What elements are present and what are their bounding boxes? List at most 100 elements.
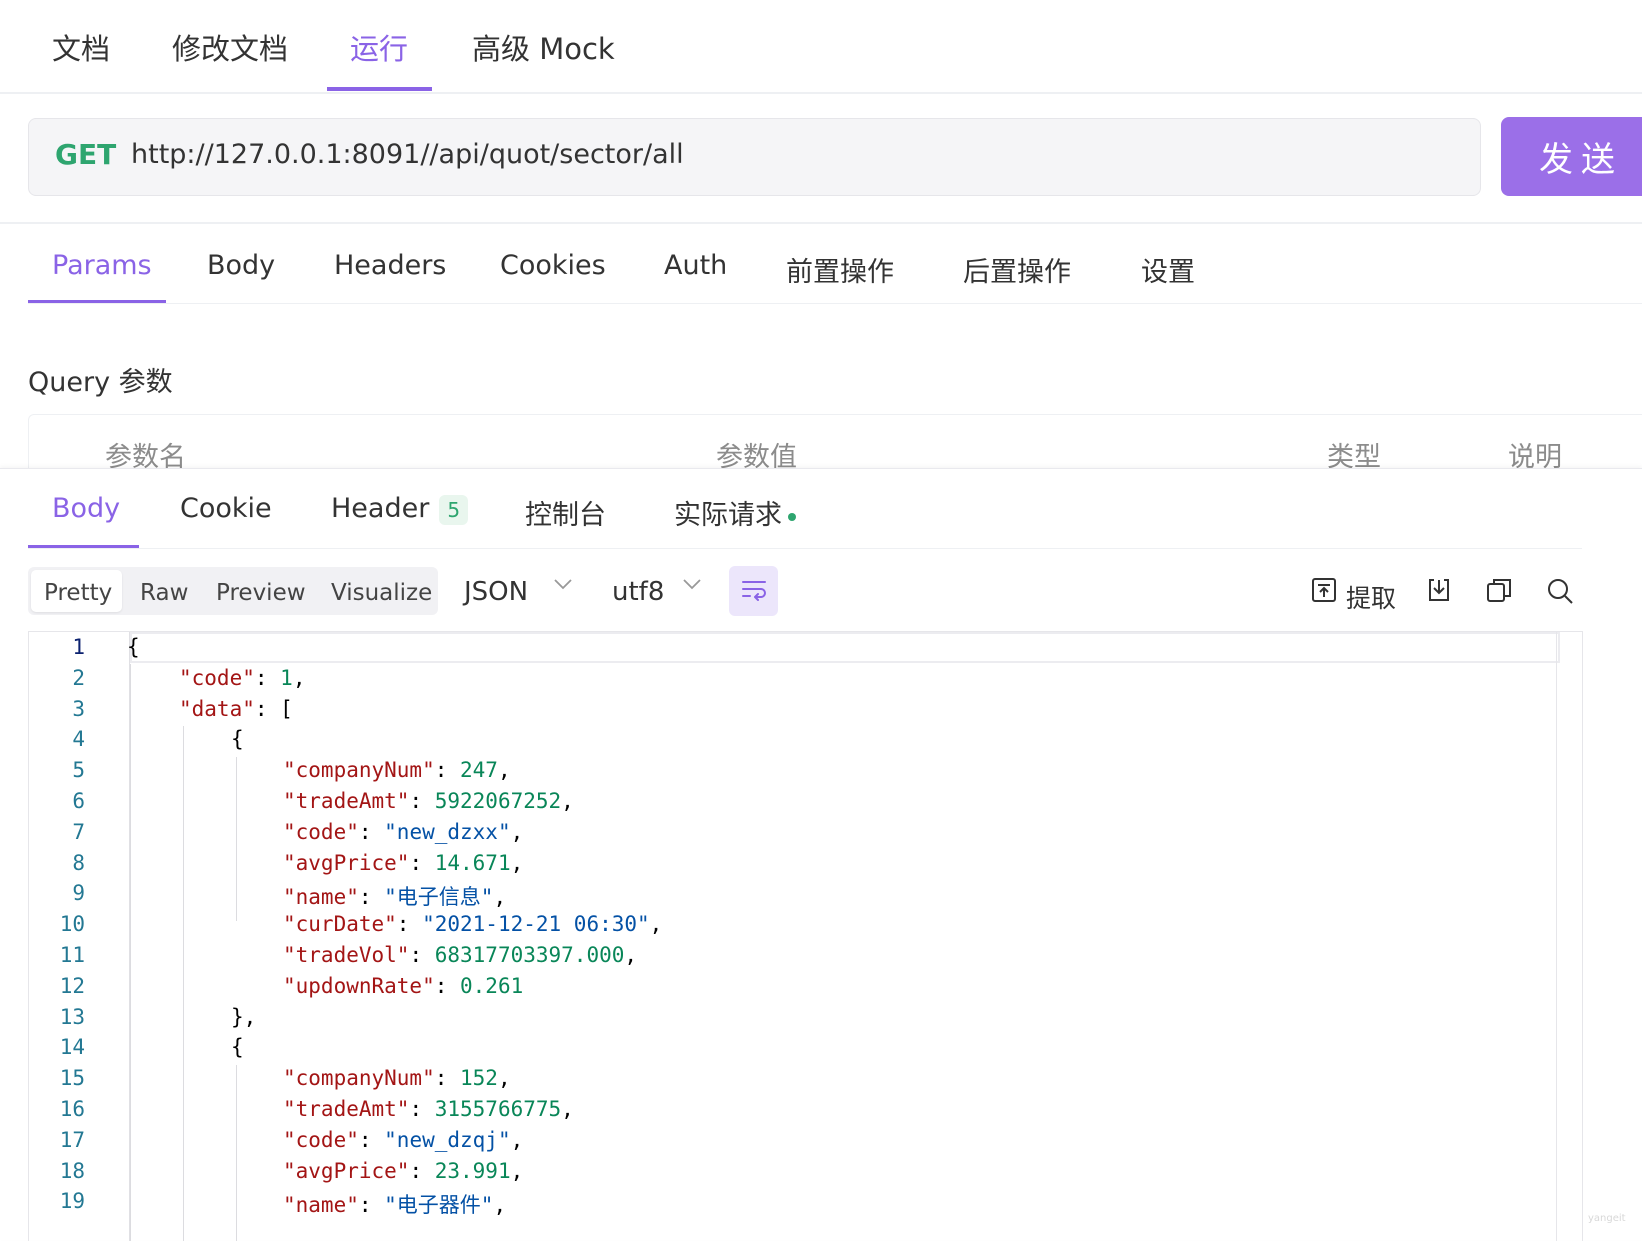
json-key: "code" <box>179 665 255 690</box>
json-key: "updownRate" <box>283 973 435 998</box>
json-punctuation: , <box>510 1158 524 1183</box>
json-key: "tradeAmt" <box>283 1097 410 1121</box>
code-line: { <box>127 635 140 659</box>
json-punctuation: : <box>409 850 435 875</box>
code-line: "curDate": "2021-12-21 06:30", <box>283 912 662 936</box>
divider <box>28 548 1582 549</box>
code-line: "companyNum": 247, <box>283 758 511 782</box>
indent-guide <box>183 726 184 1241</box>
json-punctuation: : <box>396 912 423 937</box>
json-punctuation: : <box>434 1066 461 1091</box>
tab-headers[interactable]: Headers <box>334 250 446 281</box>
json-punctuation: { <box>127 635 140 659</box>
code-line: "name": "电子器件", <box>283 1189 506 1219</box>
line-number: 15 <box>59 1066 85 1091</box>
json-punctuation: : <box>409 943 435 967</box>
tab-actual-request-label: 实际请求 <box>674 500 782 531</box>
json-number: 5922067252 <box>434 789 562 813</box>
code-line: "data": [ <box>179 697 293 721</box>
line-number: 3 <box>72 696 85 721</box>
tab-response-cookie[interactable]: Cookie <box>180 493 272 524</box>
json-punctuation: , <box>561 1097 574 1121</box>
json-key: "code" <box>283 819 359 844</box>
code-line: "code": 1, <box>179 666 305 690</box>
view-mode-raw[interactable]: Raw <box>140 580 188 606</box>
tab-settings[interactable]: 设置 <box>1141 250 1195 289</box>
json-key: "code" <box>283 1127 359 1152</box>
tab-response-body[interactable]: Body <box>52 493 120 524</box>
url-bar[interactable]: GET http://127.0.0.1:8091//api/quot/sect… <box>28 118 1481 196</box>
code-line: }, <box>231 1005 256 1029</box>
copy-icon[interactable] <box>1486 577 1512 607</box>
http-method-select[interactable]: GET <box>55 138 116 171</box>
json-punctuation: : <box>358 819 385 844</box>
json-punctuation: : [ <box>254 696 293 721</box>
scrollbar[interactable] <box>1556 632 1557 1241</box>
tab-response-header-label: Header <box>331 493 430 524</box>
tab-docs[interactable]: 文档 <box>52 26 110 68</box>
json-punctuation: , <box>561 789 574 813</box>
line-number: 17 <box>59 1127 85 1152</box>
json-punctuation: : <box>358 1193 385 1218</box>
code-line: "code": "new_dzqj", <box>283 1128 523 1152</box>
url-input[interactable]: http://127.0.0.1:8091//api/quot/sector/a… <box>131 139 684 170</box>
json-punctuation: : <box>434 758 461 783</box>
view-mode-pretty[interactable]: Pretty <box>44 580 112 606</box>
json-punctuation: , <box>649 912 663 937</box>
chevron-down-icon <box>681 573 703 600</box>
send-button[interactable]: 发送 <box>1501 117 1642 196</box>
tab-post-actions[interactable]: 后置操作 <box>963 250 1071 289</box>
active-tab-indicator <box>327 87 432 91</box>
json-key: "data" <box>179 696 255 721</box>
wrap-lines-icon <box>741 577 767 605</box>
json-string: "new_dzxx" <box>384 819 511 844</box>
tab-body[interactable]: Body <box>207 250 275 281</box>
chevron-down-icon <box>552 573 574 600</box>
tab-run[interactable]: 运行 <box>350 26 408 68</box>
line-number: 8 <box>72 850 85 875</box>
json-code-viewer[interactable]: 1{2 "code": 1, 3 "data": [4{5 "companyNum": … <box>28 631 1583 1241</box>
json-key: "companyNum" <box>283 758 435 783</box>
json-key: "companyNum" <box>283 1066 435 1091</box>
json-string: "电子器件" <box>384 1193 494 1218</box>
json-punctuation: : <box>409 1158 435 1183</box>
extract-button[interactable]: 提取 <box>1346 579 1396 615</box>
json-punctuation: , <box>497 758 511 783</box>
tab-response-header[interactable]: Header 5 <box>331 493 469 525</box>
wrap-lines-button[interactable] <box>729 566 778 616</box>
tab-auth[interactable]: Auth <box>664 250 727 281</box>
json-punctuation: : <box>409 1097 435 1121</box>
code-line: { <box>231 727 244 751</box>
json-key: "tradeAmt" <box>283 789 410 813</box>
encoding-select[interactable]: utf8 <box>612 577 664 607</box>
line-number: 12 <box>59 973 85 998</box>
response-panel: Body Cookie Header 5 控制台 实际请求 Pretty Raw … <box>0 468 1642 1241</box>
json-key: "avgPrice" <box>283 850 410 875</box>
tab-actual-request[interactable]: 实际请求 <box>674 493 796 532</box>
code-line: "companyNum": 152, <box>283 1066 511 1090</box>
divider <box>0 222 1642 224</box>
code-line: "updownRate": 0.261 <box>283 974 523 998</box>
tab-params[interactable]: Params <box>52 250 152 281</box>
json-number: 14.671 <box>434 850 511 875</box>
tab-cookies[interactable]: Cookies <box>500 250 606 281</box>
code-line: "avgPrice": 23.991, <box>283 1159 523 1183</box>
tab-console[interactable]: 控制台 <box>525 493 606 532</box>
tab-pre-actions[interactable]: 前置操作 <box>786 250 894 289</box>
line-number: 4 <box>72 727 85 752</box>
line-number: 5 <box>72 758 85 783</box>
tab-edit-docs[interactable]: 修改文档 <box>172 26 288 68</box>
format-select[interactable]: JSON <box>464 577 528 607</box>
json-number: 3155766775 <box>434 1097 562 1121</box>
line-number: 18 <box>59 1158 85 1183</box>
view-mode-preview[interactable]: Preview <box>216 580 306 606</box>
tab-advanced-mock[interactable]: 高级 Mock <box>472 26 615 68</box>
download-icon[interactable] <box>1426 577 1452 607</box>
query-params-title: Query 参数 <box>28 367 173 398</box>
extract-icon[interactable] <box>1311 577 1337 607</box>
current-line-highlight <box>130 632 1560 663</box>
view-mode-visualize[interactable]: Visualize <box>331 580 432 606</box>
json-punctuation: , <box>493 885 507 910</box>
json-punctuation: : <box>434 973 461 998</box>
search-icon[interactable] <box>1546 577 1574 609</box>
